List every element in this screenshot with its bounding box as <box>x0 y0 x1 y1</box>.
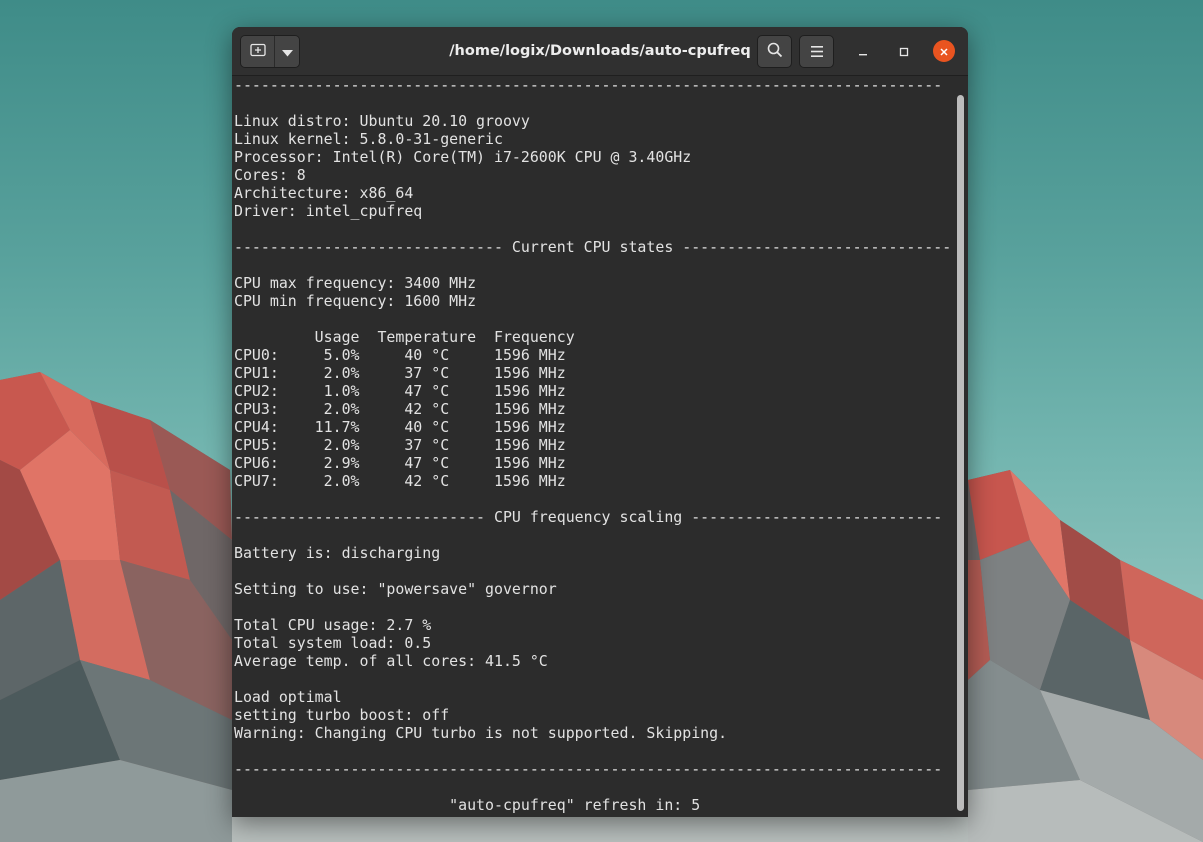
terminal-line: CPU min frequency: 1600 MHz <box>234 292 477 310</box>
terminal-line: Total system load: 0.5 <box>234 634 432 652</box>
menu-button[interactable] <box>799 35 834 68</box>
terminal-line: CPU max frequency: 3400 MHz <box>234 274 477 292</box>
hamburger-menu-icon <box>810 42 823 61</box>
terminal-line: Linux distro: Ubuntu 20.10 groovy <box>234 112 530 130</box>
close-button[interactable] <box>933 40 955 62</box>
terminal-line: Average temp. of all cores: 41.5 °C <box>234 652 548 670</box>
minimize-button[interactable] <box>852 40 874 62</box>
terminal-output[interactable]: ----------------------------------------… <box>232 76 954 817</box>
terminal-line: CPU0: 5.0% 40 °C 1596 MHz <box>234 346 566 364</box>
terminal-line: CPU2: 1.0% 47 °C 1596 MHz <box>234 382 566 400</box>
terminal-scrollbar[interactable] <box>957 95 964 811</box>
terminal-line: Total CPU usage: 2.7 % <box>234 616 432 634</box>
search-icon <box>767 42 783 62</box>
close-icon <box>939 42 949 61</box>
minimize-icon <box>858 42 868 61</box>
terminal-line: Battery is: discharging <box>234 544 441 562</box>
tab-menu-button[interactable] <box>274 36 299 67</box>
terminal-line: CPU4: 11.7% 40 °C 1596 MHz <box>234 418 566 436</box>
terminal-line: Cores: 8 <box>234 166 306 184</box>
terminal-line: ------------------------------ Current C… <box>234 238 952 256</box>
terminal-window: /home/logix/Downloads/auto-cpufreq -----… <box>232 27 968 817</box>
new-tab-button-group <box>240 35 300 68</box>
maximize-button[interactable] <box>893 40 915 62</box>
search-button[interactable] <box>757 35 792 68</box>
terminal-line: CPU5: 2.0% 37 °C 1596 MHz <box>234 436 566 454</box>
terminal-line: CPU6: 2.9% 47 °C 1596 MHz <box>234 454 566 472</box>
maximize-icon <box>899 42 909 61</box>
terminal-line: "auto-cpufreq" refresh in: 5 <box>234 796 701 814</box>
chevron-down-icon <box>281 42 293 61</box>
terminal-line: ---------------------------- CPU frequen… <box>234 508 943 526</box>
terminal-line: Setting to use: "powersave" governor <box>234 580 557 598</box>
terminal-line: Architecture: x86_64 <box>234 184 414 202</box>
terminal-line: setting turbo boost: off <box>234 706 450 724</box>
terminal-line: Warning: Changing CPU turbo is not suppo… <box>234 724 728 742</box>
new-tab-icon <box>249 42 266 61</box>
terminal-line: Linux kernel: 5.8.0-31-generic <box>234 130 503 148</box>
terminal-line: Driver: intel_cpufreq <box>234 202 423 220</box>
terminal-line: ----------------------------------------… <box>234 76 943 94</box>
terminal-line: CPU1: 2.0% 37 °C 1596 MHz <box>234 364 566 382</box>
terminal-line: Usage Temperature Frequency <box>234 328 575 346</box>
terminal-line: Load optimal <box>234 688 342 706</box>
title-bar: /home/logix/Downloads/auto-cpufreq <box>232 27 968 76</box>
window-title: /home/logix/Downloads/auto-cpufreq <box>449 43 751 59</box>
terminal-line: Processor: Intel(R) Core(TM) i7-2600K CP… <box>234 148 692 166</box>
terminal-line: CPU3: 2.0% 42 °C 1596 MHz <box>234 400 566 418</box>
terminal-line: CPU7: 2.0% 42 °C 1596 MHz <box>234 472 566 490</box>
terminal-line: ----------------------------------------… <box>234 760 943 778</box>
new-tab-button[interactable] <box>241 36 274 67</box>
